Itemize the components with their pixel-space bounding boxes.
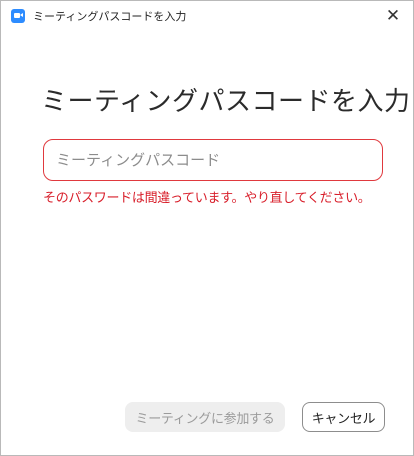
title-bar: ミーティングパスコードを入力 ✕: [1, 1, 413, 31]
error-message: そのパスワードは間違っています。やり直してください。: [43, 191, 371, 206]
join-meeting-button[interactable]: ミーティングに参加する: [125, 402, 285, 432]
camera-lens-shape: [20, 13, 23, 17]
zoom-app-icon: [11, 9, 25, 23]
close-icon[interactable]: ✕: [373, 1, 413, 31]
window-title: ミーティングパスコードを入力: [33, 10, 187, 23]
dialog-heading: ミーティングパスコードを入力: [41, 87, 411, 117]
passcode-dialog-window: ミーティングパスコードを入力 ✕ ミーティングパスコードを入力 そのパスワードは…: [0, 0, 414, 456]
cancel-button[interactable]: キャンセル: [302, 402, 385, 432]
passcode-input[interactable]: [43, 139, 383, 181]
